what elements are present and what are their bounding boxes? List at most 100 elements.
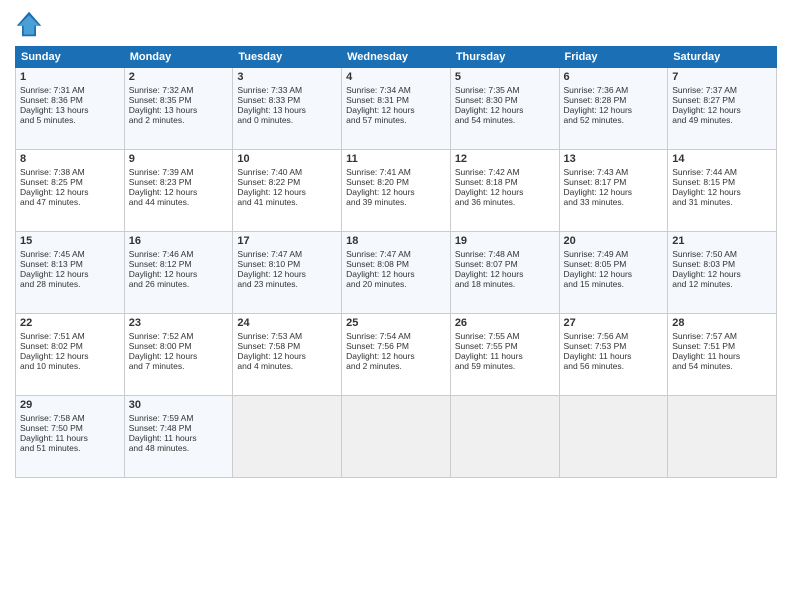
day-info: Sunrise: 7:59 AM [129,413,229,423]
day-info: Sunset: 8:12 PM [129,259,229,269]
day-number: 4 [346,71,446,83]
day-info: Daylight: 12 hours [564,187,664,197]
day-number: 27 [564,317,664,329]
day-info: Sunrise: 7:48 AM [455,249,555,259]
day-info: Sunset: 8:35 PM [129,95,229,105]
day-info: Daylight: 11 hours [20,433,120,443]
day-info: Sunset: 8:36 PM [20,95,120,105]
day-info: and 15 minutes. [564,279,664,289]
day-number: 5 [455,71,555,83]
day-number: 21 [672,235,772,247]
day-info: Daylight: 11 hours [129,433,229,443]
day-info: Sunset: 8:30 PM [455,95,555,105]
calendar-cell: 6Sunrise: 7:36 AMSunset: 8:28 PMDaylight… [559,68,668,150]
day-info: Sunset: 8:27 PM [672,95,772,105]
day-info: Daylight: 13 hours [20,105,120,115]
day-info: Sunset: 7:51 PM [672,341,772,351]
day-info: Sunset: 8:31 PM [346,95,446,105]
day-info: and 33 minutes. [564,197,664,207]
day-info: and 12 minutes. [672,279,772,289]
day-info: Sunset: 8:22 PM [237,177,337,187]
day-number: 26 [455,317,555,329]
day-info: and 4 minutes. [237,361,337,371]
calendar-cell: 9Sunrise: 7:39 AMSunset: 8:23 PMDaylight… [124,150,233,232]
day-info: Sunset: 8:20 PM [346,177,446,187]
calendar-cell [233,396,342,478]
day-info: Sunset: 8:03 PM [672,259,772,269]
week-row-3: 22Sunrise: 7:51 AMSunset: 8:02 PMDayligh… [16,314,777,396]
calendar-cell: 26Sunrise: 7:55 AMSunset: 7:55 PMDayligh… [450,314,559,396]
day-info: Daylight: 12 hours [672,269,772,279]
day-number: 16 [129,235,229,247]
day-info: Daylight: 12 hours [20,187,120,197]
day-info: Sunrise: 7:47 AM [237,249,337,259]
day-number: 10 [237,153,337,165]
day-info: Daylight: 12 hours [129,351,229,361]
day-info: and 59 minutes. [455,361,555,371]
calendar-cell: 2Sunrise: 7:32 AMSunset: 8:35 PMDaylight… [124,68,233,150]
day-info: Daylight: 12 hours [129,187,229,197]
day-info: Sunrise: 7:45 AM [20,249,120,259]
day-info: and 47 minutes. [20,197,120,207]
day-info: Daylight: 12 hours [564,269,664,279]
day-info: and 28 minutes. [20,279,120,289]
week-row-2: 15 Sunrise: 7:45 AMSunset: 8:13 PM Dayligh… [16,232,777,314]
day-info: Sunset: 8:07 PM [455,259,555,269]
day-info: Daylight: 12 hours [672,105,772,115]
header-row: SundayMondayTuesdayWednesdayThursdayFrid… [16,47,777,68]
calendar-cell: 13Sunrise: 7:43 AMSunset: 8:17 PMDayligh… [559,150,668,232]
day-info: and 0 minutes. [237,115,337,125]
day-info: Sunrise: 7:58 AM [20,413,120,423]
day-number: 3 [237,71,337,83]
day-number: 9 [129,153,229,165]
day-info: Sunrise: 7:52 AM [129,331,229,341]
day-info: Daylight: 12 hours [129,269,229,279]
day-info: Daylight: 12 hours [455,105,555,115]
day-number: 15 [20,235,120,247]
day-info: Sunrise: 7:36 AM [564,85,664,95]
day-number: 29 [20,399,120,411]
day-number: 24 [237,317,337,329]
calendar-cell: 17Sunrise: 7:47 AMSunset: 8:10 PMDayligh… [233,232,342,314]
calendar-cell: 12Sunrise: 7:42 AMSunset: 8:18 PMDayligh… [450,150,559,232]
calendar-cell: 16Sunrise: 7:46 AMSunset: 8:12 PMDayligh… [124,232,233,314]
calendar-cell: 20Sunrise: 7:49 AMSunset: 8:05 PMDayligh… [559,232,668,314]
day-info: Sunset: 7:56 PM [346,341,446,351]
day-info: and 20 minutes. [346,279,446,289]
day-info: Sunrise: 7:50 AM [672,249,772,259]
day-info: and 31 minutes. [672,197,772,207]
day-number: 18 [346,235,446,247]
day-info: Sunrise: 7:53 AM [237,331,337,341]
day-info: Sunrise: 7:49 AM [564,249,664,259]
day-info: Sunset: 7:55 PM [455,341,555,351]
day-info: Sunrise: 7:42 AM [455,167,555,177]
day-info: Sunset: 7:50 PM [20,423,120,433]
calendar-cell: 18Sunrise: 7:47 AMSunset: 8:08 PMDayligh… [342,232,451,314]
day-info: Sunset: 8:10 PM [237,259,337,269]
day-info: Sunrise: 7:55 AM [455,331,555,341]
day-info: Sunrise: 7:43 AM [564,167,664,177]
day-info: Daylight: 12 hours [455,269,555,279]
day-info: Sunrise: 7:38 AM [20,167,120,177]
day-info: and 39 minutes. [346,197,446,207]
calendar-cell: 22Sunrise: 7:51 AMSunset: 8:02 PMDayligh… [16,314,125,396]
day-info: Sunset: 8:08 PM [346,259,446,269]
day-info: Sunset: 8:02 PM [20,341,120,351]
day-info: Sunrise: 7:37 AM [672,85,772,95]
day-info: Sunrise: 7:44 AM [672,167,772,177]
day-info: Daylight: 13 hours [129,105,229,115]
day-number: 30 [129,399,229,411]
day-number: 11 [346,153,446,165]
day-number: 13 [564,153,664,165]
day-number: 8 [20,153,120,165]
day-info: Sunrise: 7:51 AM [20,331,120,341]
logo [15,10,47,38]
calendar-cell [450,396,559,478]
day-header-sunday: Sunday [16,47,125,68]
day-info: Daylight: 12 hours [346,187,446,197]
day-info: Sunset: 8:13 PM [20,259,120,269]
day-info: Sunset: 8:25 PM [20,177,120,187]
day-info: and 51 minutes. [20,443,120,453]
calendar-cell [668,396,777,478]
day-number: 20 [564,235,664,247]
